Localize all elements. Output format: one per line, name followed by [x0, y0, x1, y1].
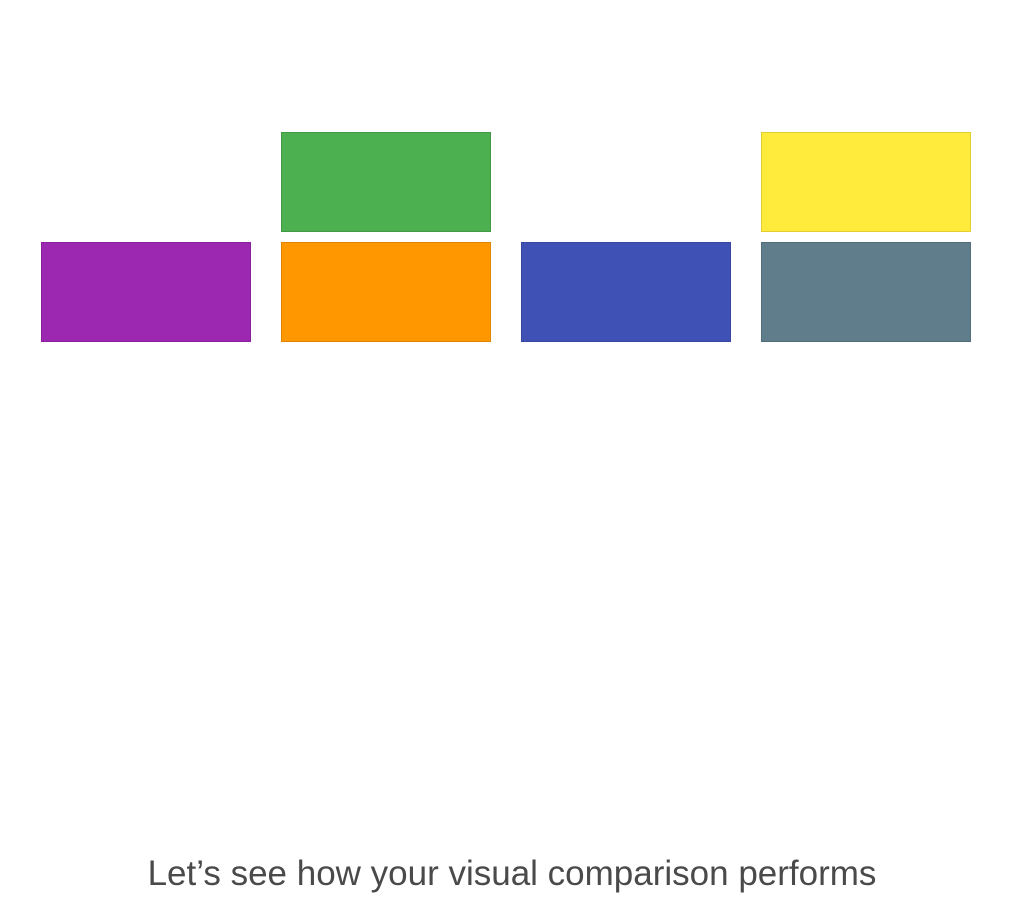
- color-tile-orange: [281, 242, 491, 342]
- color-tile-blue: [521, 242, 731, 342]
- color-tile-green: [281, 132, 491, 232]
- color-tile-purple: [41, 242, 251, 342]
- color-tile-slate: [761, 242, 971, 342]
- caption-text: Let’s see how your visual comparison per…: [147, 854, 877, 893]
- color-tile-yellow: [761, 132, 971, 232]
